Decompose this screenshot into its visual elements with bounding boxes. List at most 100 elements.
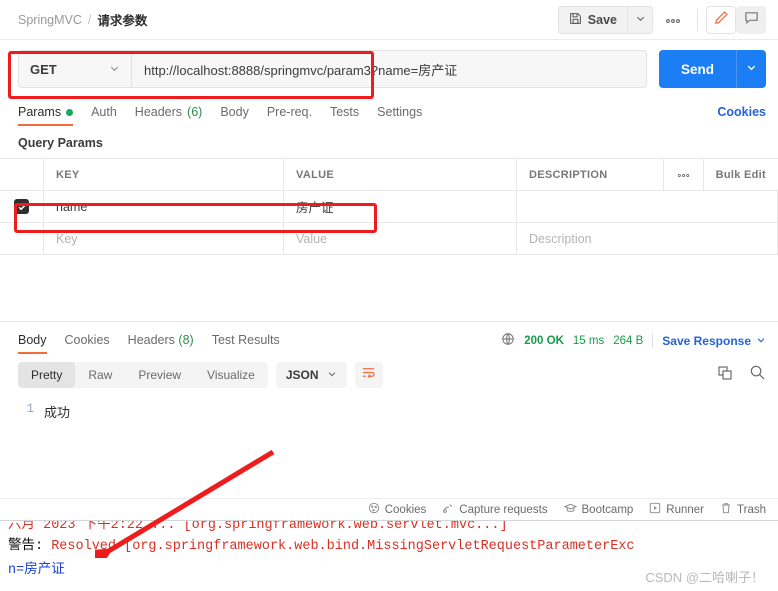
tab-headers[interactable]: Headers (6)	[135, 105, 212, 126]
table-row-placeholder[interactable]: Key Value Description	[0, 223, 778, 255]
ellipsis-icon	[665, 11, 681, 29]
chevron-down-icon	[109, 62, 120, 77]
header-cell-value: VALUE	[284, 159, 517, 190]
tab-prerequest-label: Pre-req.	[266, 105, 312, 119]
tab-params[interactable]: Params	[18, 105, 82, 126]
more-actions-button[interactable]	[657, 6, 689, 34]
placeholder-value-cell[interactable]: Value	[284, 223, 517, 254]
status-runner-button[interactable]: Runner	[649, 502, 704, 517]
tab-settings[interactable]: Settings	[377, 105, 431, 126]
response-tab-body[interactable]: Body	[18, 333, 47, 354]
console-line-blue: n=房产证	[8, 563, 65, 578]
save-response-button[interactable]: Save Response	[662, 334, 766, 348]
chevron-down-icon	[635, 11, 646, 29]
response-format-value: JSON	[285, 368, 319, 382]
chevron-down-icon	[756, 334, 766, 348]
status-cookies-label: Cookies	[384, 503, 427, 516]
comment-icon	[744, 10, 759, 30]
chevron-down-icon	[327, 368, 337, 382]
save-group: Save	[557, 5, 653, 34]
status-bar: Cookies Capture requests Bootcamp Runner…	[0, 498, 778, 520]
save-dropdown-button[interactable]	[627, 5, 653, 34]
play-box-icon	[649, 502, 661, 517]
http-method-value: GET	[30, 61, 57, 77]
send-group: Send	[658, 50, 766, 88]
row-key-cell[interactable]: name	[44, 191, 284, 222]
ellipsis-icon	[676, 169, 691, 181]
response-format-select[interactable]: JSON	[275, 362, 347, 388]
status-trash-button[interactable]: Trash	[720, 502, 766, 517]
wrap-lines-button[interactable]	[354, 362, 383, 388]
view-mode-raw[interactable]: Raw	[75, 362, 125, 388]
search-button[interactable]	[749, 364, 766, 386]
response-tab-test-results[interactable]: Test Results	[212, 333, 280, 354]
wrap-lines-icon	[361, 366, 376, 384]
response-tab-headers[interactable]: Headers (8)	[128, 333, 194, 354]
console-line-warning: 警告: Resolved [org.springframework.web.bi…	[8, 533, 635, 554]
placeholder-description-cell[interactable]: Description	[517, 223, 778, 254]
row-checkbox[interactable]	[14, 199, 29, 214]
watermark: CSDN @二哈喇子！	[645, 570, 764, 585]
tab-tests[interactable]: Tests	[330, 105, 368, 126]
status-bootcamp-label: Bootcamp	[581, 503, 634, 516]
tab-headers-count: (6)	[187, 105, 203, 119]
placeholder-checkbox-cell	[0, 223, 44, 254]
comments-button[interactable]	[736, 5, 766, 34]
console-line-clipped: 六月 2023 下午2:22 ... [org.springframework.…	[8, 520, 508, 533]
placeholder-key-cell[interactable]: Key	[44, 223, 284, 254]
top-bar-actions: Save	[557, 5, 766, 34]
breadcrumb-leaf[interactable]: 请求参数	[97, 10, 147, 29]
cookies-link[interactable]: Cookies	[717, 105, 766, 126]
table-options-button[interactable]	[664, 159, 704, 190]
line-text: 成功	[44, 405, 71, 420]
copy-icon	[718, 365, 732, 380]
table-row[interactable]: name 房产证	[0, 191, 778, 223]
response-tab-headers-count: (8)	[178, 333, 194, 347]
response-view-modes: Pretty Raw Preview Visualize	[18, 362, 268, 388]
row-description-cell[interactable]	[517, 191, 778, 222]
pencil-icon	[714, 10, 729, 30]
bulk-edit-button[interactable]: Bulk Edit	[704, 159, 778, 190]
floppy-icon	[569, 12, 582, 28]
copy-button[interactable]	[717, 365, 733, 386]
status-bootcamp-button[interactable]: Bootcamp	[563, 502, 634, 517]
response-body-viewer[interactable]: 1 成功	[0, 394, 778, 480]
http-method-select[interactable]: GET	[18, 50, 131, 88]
status-capture-requests-button[interactable]: Capture requests	[442, 502, 548, 517]
row-value-cell[interactable]: 房产证	[284, 191, 517, 222]
tab-prerequest[interactable]: Pre-req.	[267, 105, 321, 126]
tab-body[interactable]: Body	[220, 105, 258, 126]
response-tab-cookies-label: Cookies	[64, 333, 110, 347]
response-meta: 200 OK 15 ms 264 B Save Response	[501, 332, 766, 355]
edit-mode-button[interactable]	[706, 5, 736, 34]
response-tab-cookies[interactable]: Cookies	[65, 333, 110, 354]
view-mode-preview[interactable]: Preview	[125, 362, 194, 388]
view-mode-pretty[interactable]: Pretty	[18, 362, 76, 388]
url-input[interactable]: http://localhost:8888/springmvc/param3?n…	[131, 50, 647, 88]
save-button-label: Save	[587, 12, 617, 27]
response-body-line: 1 成功	[0, 402, 778, 421]
send-dropdown-button[interactable]	[736, 50, 766, 88]
response-view-actions	[717, 364, 766, 386]
save-button[interactable]: Save	[557, 5, 627, 34]
graduation-cap-icon	[563, 502, 577, 517]
meta-divider	[652, 333, 654, 348]
status-cookies-button[interactable]: Cookies	[368, 502, 427, 517]
chevron-down-icon	[746, 60, 757, 78]
query-params-title: Query Params	[18, 136, 103, 150]
placeholder-key-text: Key	[56, 231, 78, 246]
breadcrumb-root[interactable]: SpringMVC	[18, 13, 82, 27]
trash-icon	[720, 502, 732, 517]
send-button-label: Send	[680, 61, 714, 77]
tab-settings-label: Settings	[377, 105, 423, 119]
header-cell-check	[0, 159, 44, 190]
tab-auth[interactable]: Auth	[91, 105, 126, 126]
response-tab-body-label: Body	[18, 333, 47, 347]
header-cell-key: KEY	[44, 159, 284, 190]
response-tabs: Body Cookies Headers (8) Test Results 20…	[0, 322, 778, 356]
tab-body-label: Body	[220, 105, 249, 119]
view-mode-visualize[interactable]: Visualize	[194, 362, 268, 388]
send-button[interactable]: Send	[658, 50, 736, 88]
response-tab-headers-label: Headers	[127, 333, 175, 347]
console-log-panel: 六月 2023 下午2:22 ... [org.springframework.…	[0, 520, 778, 591]
